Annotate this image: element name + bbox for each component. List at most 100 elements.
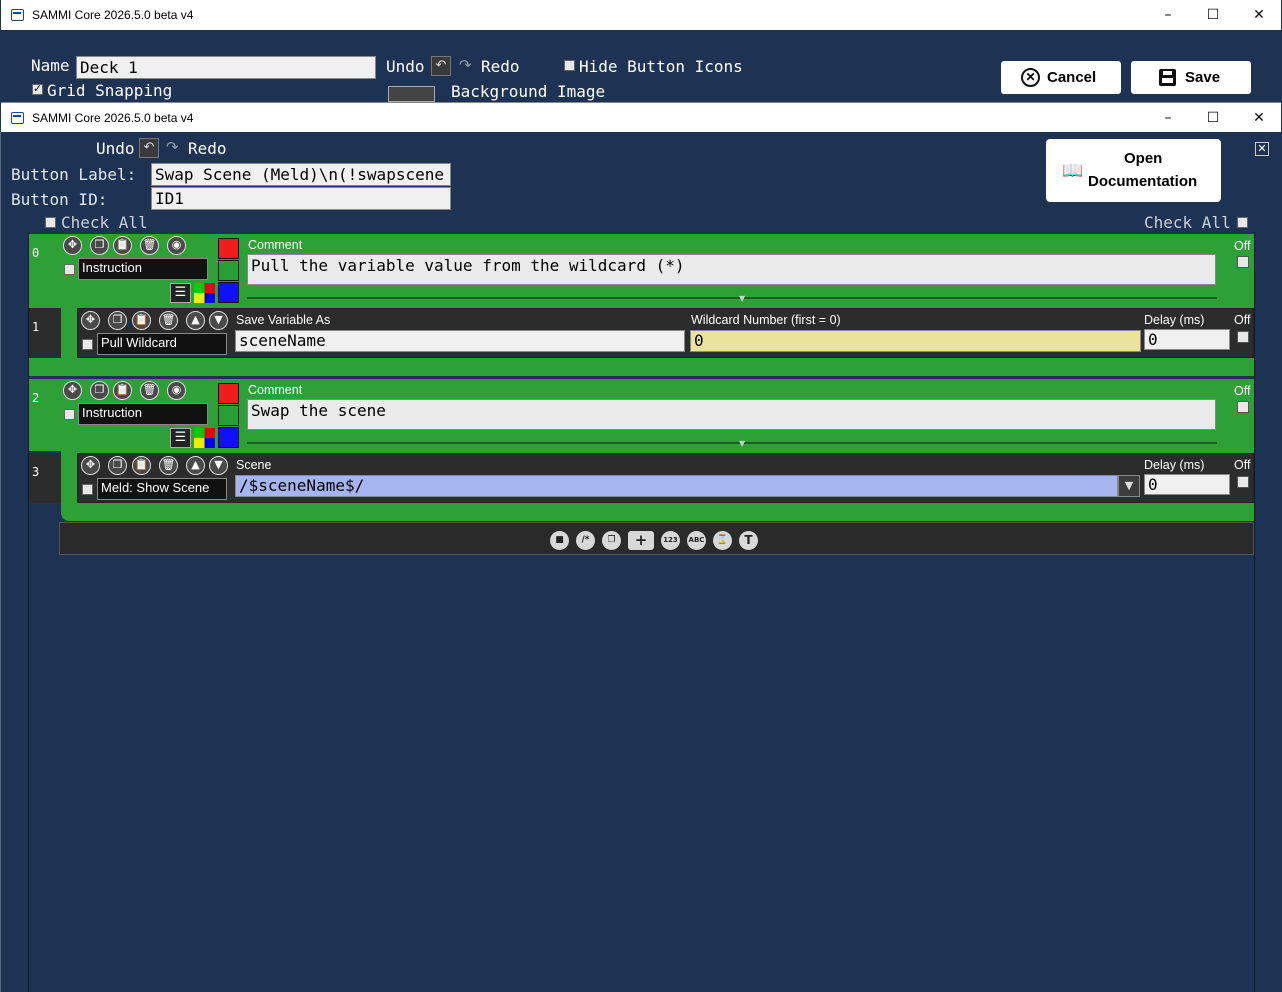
command-select[interactable]: Meld: Show Scene: [97, 478, 227, 500]
minimize-icon[interactable]: –: [1145, 103, 1191, 133]
move-down-icon[interactable]: ▼: [209, 311, 228, 330]
collapse-chevron-icon[interactable]: ▼: [739, 439, 745, 448]
grid-snapping-checkbox[interactable]: [32, 82, 43, 95]
move-up-icon[interactable]: ▲: [186, 456, 205, 475]
number-icon[interactable]: 123: [661, 531, 680, 550]
scene-dropdown-icon[interactable]: ▼: [1118, 475, 1140, 497]
paste-icon[interactable]: 📋: [113, 381, 132, 400]
check-all-right-checkbox[interactable]: [1237, 217, 1248, 228]
delete-icon[interactable]: 🗑: [159, 311, 178, 330]
color-swatch-blue[interactable]: [218, 427, 239, 448]
paste-icon[interactable]: 📋: [132, 456, 151, 475]
command-select[interactable]: Pull Wildcard: [97, 333, 227, 355]
copy-icon[interactable]: ❐: [108, 456, 127, 475]
button-id-input[interactable]: ID1: [151, 187, 451, 210]
row-index: 1: [29, 308, 61, 358]
paste-icon[interactable]: 📋: [113, 236, 132, 255]
copy-icon[interactable]: ❐: [90, 236, 109, 255]
eye-icon[interactable]: ◉: [167, 236, 186, 255]
move-icon[interactable]: ✥: [81, 311, 100, 330]
color-picker-icon[interactable]: [194, 283, 215, 303]
hide-button-icons-checkbox[interactable]: [564, 60, 575, 71]
inner-redo-label[interactable]: Redo: [188, 139, 227, 158]
redo-icon[interactable]: ↷: [459, 56, 472, 74]
close-icon[interactable]: ✕: [1236, 103, 1282, 133]
row-select-checkbox[interactable]: [64, 409, 75, 420]
color-swatch-red[interactable]: [218, 383, 239, 404]
save-button[interactable]: Save: [1131, 61, 1251, 94]
delete-icon[interactable]: 🗑: [140, 381, 159, 400]
eye-icon[interactable]: ◉: [167, 381, 186, 400]
comment-input[interactable]: Pull the variable value from the wildcar…: [247, 254, 1216, 285]
move-up-icon[interactable]: ▲: [186, 311, 205, 330]
move-icon[interactable]: ✥: [63, 381, 82, 400]
paste-icon[interactable]: ❐: [602, 531, 621, 550]
button-label-input[interactable]: Swap Scene (Meld)\n(!swapscene: [151, 163, 451, 186]
cancel-label: Cancel: [1047, 69, 1097, 86]
move-icon[interactable]: ✥: [63, 236, 82, 255]
row-select-checkbox[interactable]: [82, 484, 93, 495]
redo-icon[interactable]: ↷: [166, 138, 179, 156]
minimize-icon[interactable]: –: [1145, 0, 1191, 30]
close-panel-icon[interactable]: ✕: [1255, 142, 1269, 156]
comment-input[interactable]: Swap the scene: [247, 399, 1216, 430]
maximize-icon[interactable]: ☐: [1190, 103, 1236, 133]
off-checkbox[interactable]: [1237, 331, 1249, 343]
undo-icon[interactable]: ↶: [431, 56, 451, 76]
copy-icon[interactable]: ❐: [108, 311, 127, 330]
add-icon[interactable]: +: [628, 531, 654, 550]
name-label: Name: [31, 56, 70, 75]
delay-label: Delay (ms): [1144, 458, 1205, 472]
text-t-icon[interactable]: T: [739, 531, 758, 550]
inner-window-title: SAMMI Core 2026.5.0 beta v4: [32, 111, 194, 125]
undo-icon[interactable]: ↶: [139, 138, 159, 158]
color-swatch-green[interactable]: [218, 405, 239, 426]
check-all-right-label: Check All: [1144, 213, 1231, 232]
open-documentation-button[interactable]: 📖 Open Documentation: [1046, 139, 1221, 202]
check-all-left-checkbox[interactable]: [45, 217, 56, 228]
color-swatch-red[interactable]: [218, 238, 239, 259]
outer-title-bar: SAMMI Core 2026.5.0 beta v4 – ☐ ✕: [1, 0, 1281, 30]
copy-icon[interactable]: ❐: [90, 381, 109, 400]
off-checkbox[interactable]: [1237, 476, 1249, 488]
command-row[interactable]: ✥ ❐ 📋 🗑 ▲ ▼ Pull Wildcard Save Variable …: [77, 308, 1254, 358]
delete-icon[interactable]: 🗑: [159, 456, 178, 475]
close-icon[interactable]: ✕: [1236, 0, 1282, 30]
command-select[interactable]: Instruction: [78, 403, 208, 425]
row-select-checkbox[interactable]: [82, 339, 93, 350]
hourglass-icon[interactable]: ⌛: [713, 531, 732, 550]
collapse-chevron-icon[interactable]: ▼: [739, 294, 745, 303]
menu-icon[interactable]: ☰: [170, 283, 191, 303]
maximize-icon[interactable]: ☐: [1190, 0, 1236, 30]
app-icon: [11, 9, 24, 21]
delay-input[interactable]: 0: [1144, 329, 1230, 350]
cancel-button[interactable]: ✕ Cancel: [1001, 61, 1121, 94]
delete-icon[interactable]: 🗑: [140, 236, 159, 255]
paste-icon[interactable]: 📋: [132, 311, 151, 330]
move-down-icon[interactable]: ▼: [209, 456, 228, 475]
cancel-icon: ✕: [1021, 68, 1040, 87]
command-row[interactable]: ✥ ❐ 📋 🗑 ▲ ▼ Meld: Show Scene Scene /$sce…: [77, 453, 1254, 503]
outer-undo-label[interactable]: Undo: [386, 57, 425, 76]
menu-icon[interactable]: ☰: [170, 428, 191, 448]
list-icon[interactable]: ■: [550, 531, 569, 550]
outer-redo-label[interactable]: Redo: [481, 57, 520, 76]
deck-name-input[interactable]: Deck 1: [76, 56, 376, 79]
inner-undo-label[interactable]: Undo: [96, 139, 135, 158]
wildcard-number-input[interactable]: 0: [690, 330, 1141, 352]
row-select-checkbox[interactable]: [64, 264, 75, 275]
color-swatch-green[interactable]: [218, 260, 239, 281]
scene-input[interactable]: /$sceneName$/: [235, 475, 1118, 497]
save-variable-input[interactable]: sceneName: [235, 330, 685, 352]
background-image-preview[interactable]: [388, 86, 435, 102]
color-swatch-blue[interactable]: [218, 282, 239, 303]
delay-input[interactable]: 0: [1144, 474, 1230, 495]
command-select[interactable]: Instruction: [78, 258, 208, 280]
save-label: Save: [1185, 69, 1221, 86]
off-checkbox[interactable]: [1237, 401, 1249, 413]
text-icon[interactable]: ABC: [687, 531, 706, 550]
move-icon[interactable]: ✥: [81, 456, 100, 475]
color-picker-icon[interactable]: [194, 428, 215, 448]
regex-icon[interactable]: /*: [576, 531, 595, 550]
off-checkbox[interactable]: [1237, 256, 1249, 268]
